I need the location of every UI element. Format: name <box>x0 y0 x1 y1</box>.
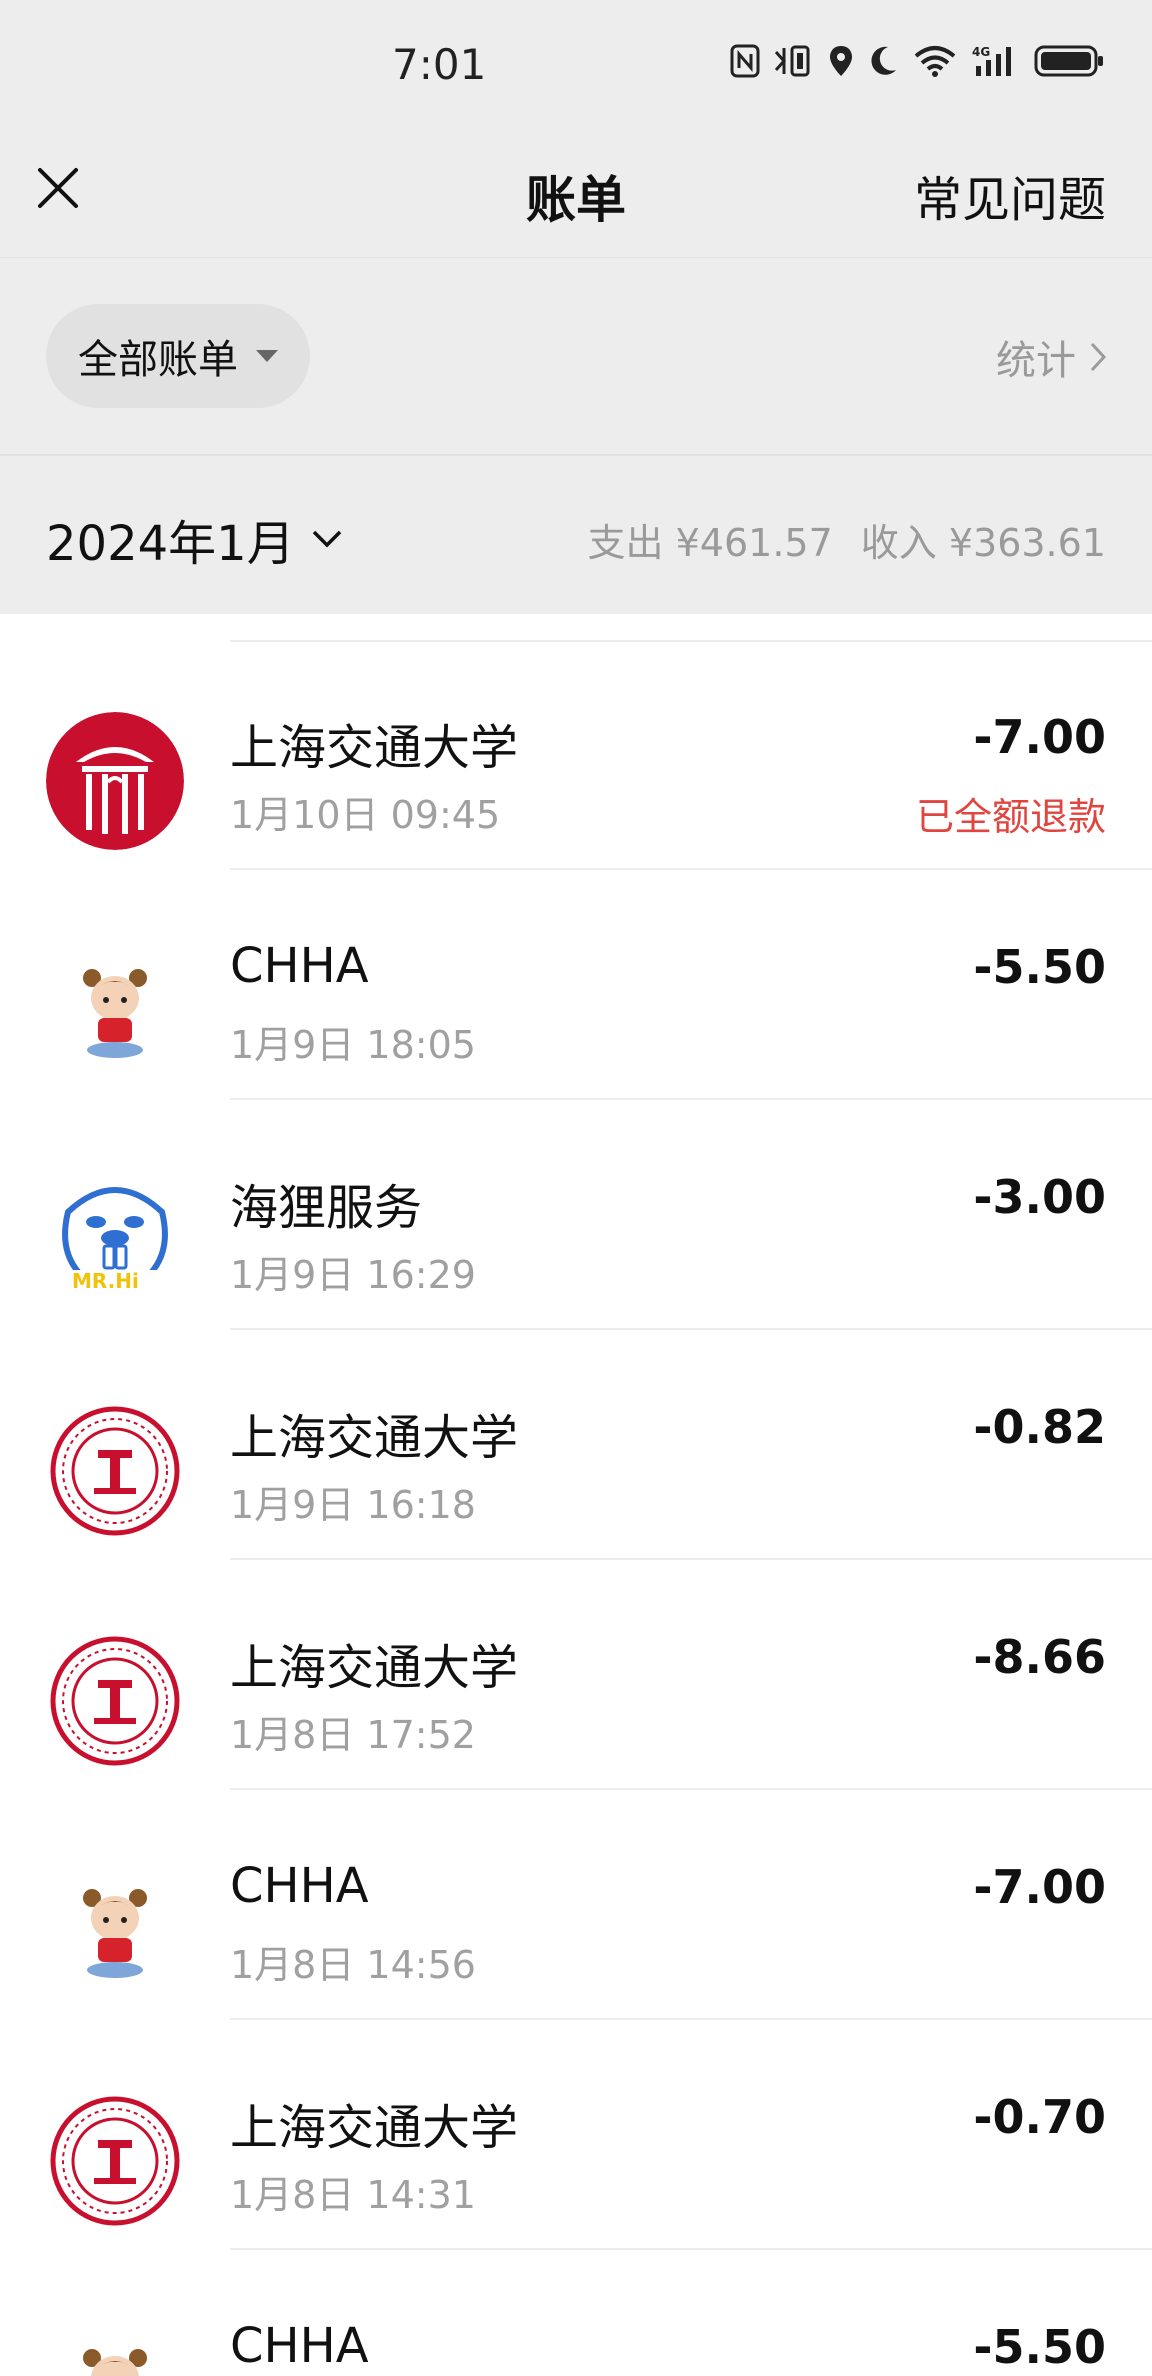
vibrate-icon <box>774 44 814 82</box>
month-bar: 2024年1月 支出 ¥461.57 收入 ¥363.61 <box>0 456 1152 614</box>
transaction-row[interactable]: 上海交通大学 1月8日 17:52 -8.66 <box>0 1560 1152 1790</box>
chevron-down-icon <box>312 530 341 548</box>
month-summary: 支出 ¥461.57 收入 ¥363.61 <box>588 512 1106 567</box>
transaction-time: 1月9日 16:29 <box>230 1253 476 1297</box>
svg-text:4G: 4G <box>972 45 990 59</box>
statistics-link[interactable]: 统计 <box>996 328 1108 386</box>
transaction-amount: -7.00 <box>973 710 1106 764</box>
transaction-amount: -3.00 <box>973 1170 1106 1224</box>
status-bar: 7:01 4G <box>0 0 1152 130</box>
transaction-time: 1月8日 17:52 <box>230 1713 476 1757</box>
month-picker[interactable]: 2024年1月 <box>46 504 343 574</box>
cellular-4g-icon: 4G <box>972 44 1020 82</box>
month-income: 收入 ¥363.61 <box>860 521 1106 565</box>
girl-avatar-icon <box>46 1862 184 2000</box>
moon-icon <box>868 44 898 82</box>
transaction-amount: -5.50 <box>973 940 1106 994</box>
transaction-row[interactable]: CHHA 1月9日 18:05 -5.50 <box>0 870 1152 1100</box>
transaction-row[interactable]: 上海交通大学 1月8日 14:31 -0.70 <box>0 2020 1152 2250</box>
caret-down-icon <box>256 350 278 362</box>
sjtu-seal-logo-icon <box>46 2092 184 2230</box>
transaction-list: 上海交通大学 1月10日 09:45 -7.00 已全额退款 CHHA 1月9日… <box>0 614 1152 2376</box>
transaction-row[interactable]: CHHA -5.50 <box>0 2250 1152 2376</box>
transaction-time: 1月9日 18:05 <box>230 1023 476 1067</box>
battery-icon <box>1034 44 1106 82</box>
merchant-name: CHHA <box>230 2318 369 2374</box>
girl-avatar-icon <box>46 2322 184 2376</box>
transaction-row[interactable]: CHHA 1月8日 14:56 -7.00 <box>0 1790 1152 2020</box>
bill-type-dropdown[interactable]: 全部账单 <box>46 304 310 408</box>
transaction-row[interactable]: 上海交通大学 1月9日 16:18 -0.82 <box>0 1330 1152 1560</box>
bill-type-label: 全部账单 <box>78 337 238 383</box>
location-icon <box>828 44 854 82</box>
merchant-name: CHHA <box>230 938 369 994</box>
month-expense: 支出 ¥461.57 <box>587 521 833 565</box>
transaction-amount: -7.00 <box>973 1860 1106 1914</box>
merchant-name: 上海交通大学 <box>230 1410 519 1466</box>
sjtu-seal-logo-icon <box>46 1632 184 1770</box>
girl-avatar-icon <box>46 942 184 1080</box>
chevron-right-icon <box>1090 342 1107 372</box>
sjtu-seal-logo-icon <box>46 1402 184 1540</box>
transaction-time: 1月8日 14:56 <box>230 1943 476 1987</box>
transaction-row[interactable]: 上海交通大学 1月10日 09:45 -7.00 已全额退款 <box>0 640 1152 870</box>
statistics-label: 统计 <box>996 338 1076 384</box>
transaction-amount: -0.82 <box>973 1400 1106 1454</box>
merchant-name: 海狸服务 <box>230 1180 423 1236</box>
transaction-amount: -8.66 <box>973 1630 1106 1684</box>
faq-link[interactable]: 常见问题 <box>914 160 1106 230</box>
sjtu-gate-logo-icon <box>46 712 184 850</box>
status-time: 7:01 <box>392 40 487 89</box>
month-label: 2024年1月 <box>46 516 295 572</box>
merchant-name: 上海交通大学 <box>230 720 519 776</box>
merchant-name: 上海交通大学 <box>230 1640 519 1696</box>
merchant-name: 上海交通大学 <box>230 2100 519 2156</box>
transaction-time: 1月8日 14:31 <box>230 2173 476 2217</box>
beaver-avatar-icon: MR.Hi <box>46 1172 184 1310</box>
transaction-row[interactable]: MR.Hi 海狸服务 1月9日 16:29 -3.00 <box>0 1100 1152 1330</box>
status-icons: 4G <box>730 44 1106 82</box>
nav-bar: 账单 常见问题 <box>0 130 1152 258</box>
svg-text:MR.Hi: MR.Hi <box>72 1269 139 1293</box>
merchant-name: CHHA <box>230 1858 369 1914</box>
transaction-amount: -5.50 <box>973 2320 1106 2374</box>
nfc-icon <box>730 44 760 82</box>
transaction-time: 1月10日 09:45 <box>230 793 501 837</box>
transaction-amount: -0.70 <box>973 2090 1106 2144</box>
refund-status: 已全额退款 <box>915 795 1106 839</box>
wifi-icon <box>912 44 958 82</box>
transaction-time: 1月9日 16:18 <box>230 1483 476 1527</box>
filter-bar: 全部账单 统计 <box>0 258 1152 456</box>
